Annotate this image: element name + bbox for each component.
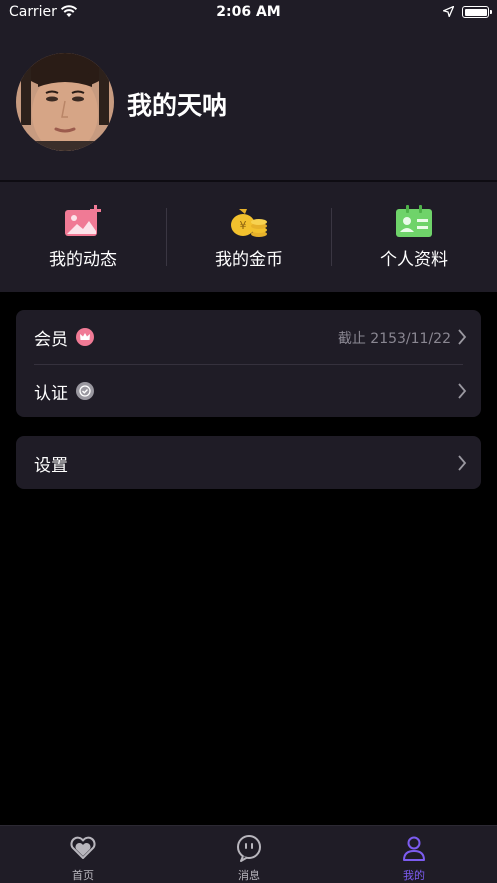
quick-item-profile[interactable]: 个人资料 bbox=[331, 182, 497, 292]
id-card-icon bbox=[396, 205, 432, 237]
quick-actions: 我的动态 ¥ 我的金币 个人资料 bbox=[0, 182, 497, 292]
location-arrow-icon bbox=[443, 6, 454, 17]
username: 我的天呐 bbox=[127, 91, 228, 120]
battery-icon bbox=[462, 6, 489, 18]
menu-row-vip[interactable]: 会员 截止 2153/11/22 bbox=[16, 310, 481, 365]
profile-header: Carrier 2:06 AM 我的天呐 bbox=[0, 0, 497, 180]
tab-label: 首页 bbox=[72, 869, 94, 882]
status-time: 2:06 AM bbox=[216, 4, 281, 20]
quick-item-label: 个人资料 bbox=[380, 250, 448, 270]
verified-icon bbox=[76, 382, 94, 400]
menu-row-label: 认证 bbox=[34, 384, 68, 404]
tab-label: 消息 bbox=[238, 869, 260, 882]
vip-expiry-value: 截止 2153/11/22 bbox=[337, 331, 451, 347]
quick-item-moments[interactable]: 我的动态 bbox=[0, 182, 166, 292]
tab-bar: 首页 消息 我的 bbox=[0, 825, 497, 883]
battery-tip bbox=[490, 10, 492, 14]
chat-bubble-icon bbox=[237, 835, 261, 862]
tab-home[interactable]: 首页 bbox=[0, 826, 166, 883]
image-add-icon bbox=[65, 205, 101, 236]
avatar[interactable] bbox=[16, 53, 114, 151]
heart-icon bbox=[70, 836, 96, 859]
crown-icon bbox=[76, 328, 94, 346]
person-icon bbox=[403, 836, 425, 861]
quick-item-coins[interactable]: ¥ 我的金币 bbox=[166, 182, 332, 292]
quick-item-label: 我的动态 bbox=[49, 250, 117, 270]
user-avatar-photo bbox=[16, 53, 114, 151]
menu-row-verification[interactable]: 认证 bbox=[16, 364, 481, 418]
menu-card-settings: 设置 bbox=[16, 436, 481, 489]
tab-messages[interactable]: 消息 bbox=[166, 826, 332, 883]
menu-row-label: 设置 bbox=[34, 456, 68, 476]
menu-card-membership: 会员 截止 2153/11/22 认证 bbox=[16, 310, 481, 417]
chevron-right-icon bbox=[458, 383, 467, 399]
status-bar: Carrier 2:06 AM bbox=[0, 0, 497, 26]
quick-item-label: 我的金币 bbox=[215, 250, 283, 270]
tab-label: 我的 bbox=[403, 869, 425, 882]
chevron-right-icon bbox=[458, 329, 467, 345]
menu-row-label: 会员 bbox=[34, 330, 68, 350]
coin-bag-icon: ¥ bbox=[231, 209, 267, 237]
svg-text:¥: ¥ bbox=[240, 219, 247, 232]
menu-row-settings[interactable]: 设置 bbox=[16, 436, 481, 490]
tab-me[interactable]: 我的 bbox=[331, 826, 497, 883]
chevron-right-icon bbox=[458, 455, 467, 471]
